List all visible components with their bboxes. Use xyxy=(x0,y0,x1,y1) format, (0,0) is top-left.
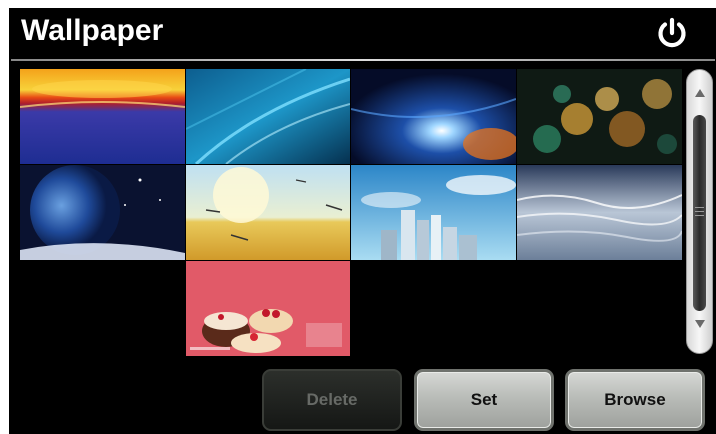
browse-button[interactable]: Browse xyxy=(565,369,705,431)
header-divider xyxy=(11,59,715,61)
wallpaper-thumb-silver-waves[interactable] xyxy=(517,165,682,260)
vertical-scrollbar[interactable] xyxy=(686,69,713,354)
page-title: Wallpaper xyxy=(21,14,164,47)
wallpaper-thumb-city-skyline-blue-sky[interactable] xyxy=(351,165,516,260)
scroll-thumb[interactable] xyxy=(693,115,706,311)
wallpaper-thumb-blue-orange-glow[interactable] xyxy=(351,69,516,164)
wallpaper-thumb-bokeh-lights[interactable] xyxy=(517,69,682,164)
wallpaper-thumb-earth-from-space[interactable] xyxy=(20,165,185,260)
grip-line xyxy=(695,215,704,216)
power-icon[interactable] xyxy=(654,15,690,51)
triangle-up-icon xyxy=(694,89,705,97)
grip-line xyxy=(695,207,704,208)
wallpaper-thumb-cakes-calendar[interactable] xyxy=(186,261,350,356)
wallpaper-thumb-dragonflies-wheat-field[interactable] xyxy=(186,165,350,260)
scroll-up-button[interactable] xyxy=(687,82,712,104)
wallpaper-thumb-blue-light-streaks[interactable] xyxy=(186,69,350,164)
grip-line xyxy=(695,211,704,212)
scroll-down-button[interactable] xyxy=(687,313,712,335)
delete-button[interactable]: Delete xyxy=(262,369,402,431)
wallpaper-thumb-sunset-horizon[interactable] xyxy=(20,69,185,164)
triangle-down-icon xyxy=(694,320,705,328)
set-button[interactable]: Set xyxy=(414,369,554,431)
